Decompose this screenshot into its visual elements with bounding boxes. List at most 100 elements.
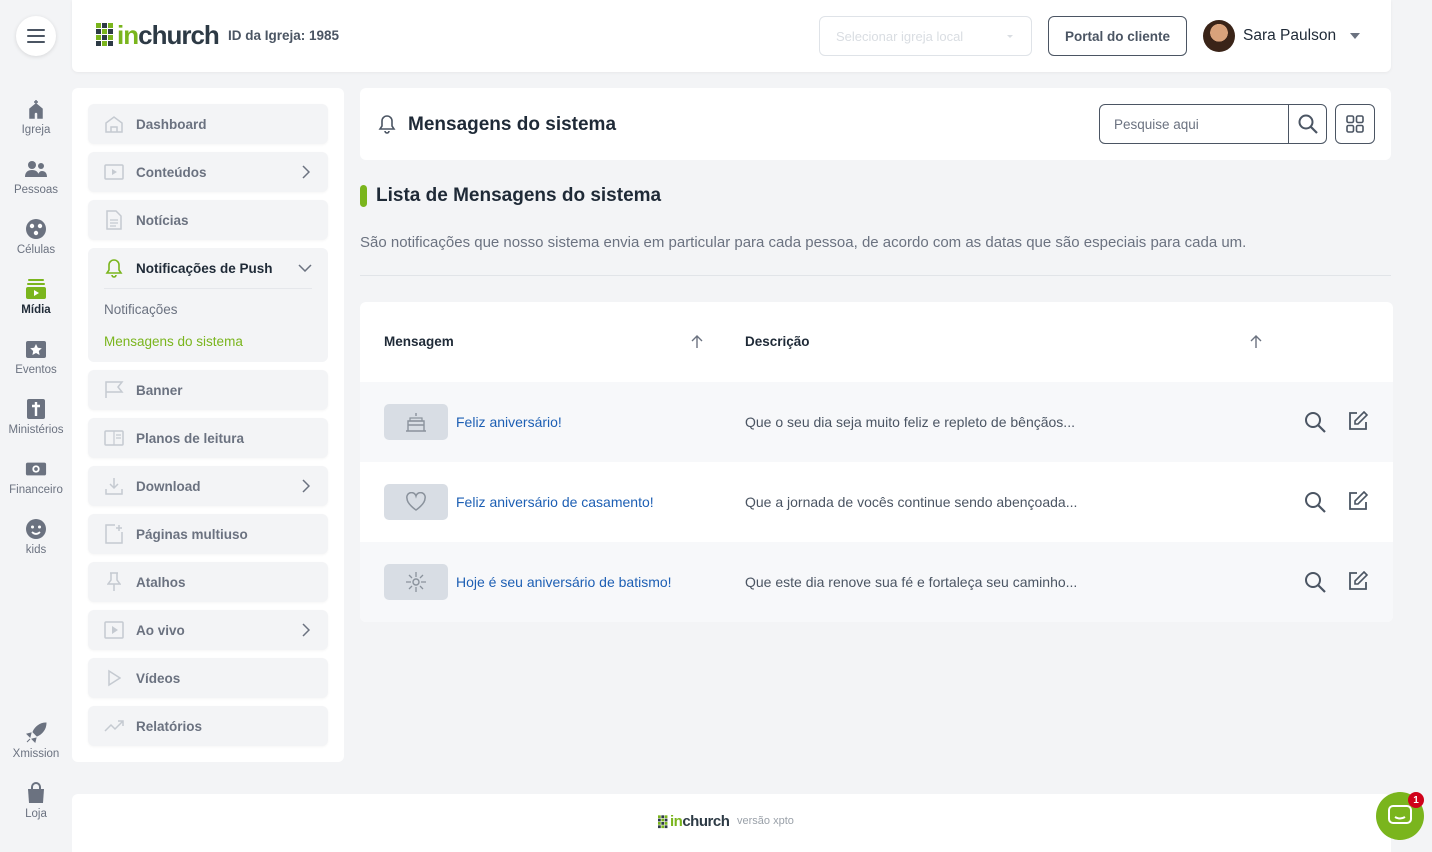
edit-icon[interactable] [1348,571,1368,591]
media-icon [25,278,47,300]
view-search-icon[interactable] [1304,571,1326,593]
rail-item-loja[interactable]: Loja [0,782,72,838]
sidebar-item-banner[interactable]: Banner [88,370,328,410]
rail-item-financeiro[interactable]: Financeiro [0,458,72,514]
chevron-right-icon [302,623,310,637]
message-description: Que o seu dia seja muito feliz e repleto… [745,414,1075,430]
menu-toggle-button[interactable] [16,16,56,56]
sidebar-item-download[interactable]: Download [88,466,328,506]
sidebar-item-conteudos[interactable]: Conteúdos [88,152,328,192]
search-box [1099,104,1327,144]
divider [104,288,312,289]
ministries-icon [25,398,47,420]
message-description: Que este dia renove sua fé e fortaleça s… [745,574,1078,590]
section-description: São notificações que nosso sistema envia… [360,234,1247,251]
rail-item-eventos[interactable]: Eventos [0,338,72,394]
rail-item-celulas[interactable]: Células [0,218,72,274]
events-icon [25,338,47,360]
bell-icon [378,115,396,134]
grid-view-button[interactable] [1335,104,1375,144]
sidebar-item-dashboard[interactable]: Dashboard [88,104,328,144]
column-header-descricao[interactable]: Descrição [745,334,810,349]
sort-arrow-up-icon[interactable] [1250,335,1262,349]
message-link[interactable]: Hoje é seu aniversário de batismo! [456,574,672,590]
kids-icon [25,518,47,540]
rail-item-pessoas[interactable]: Pessoas [0,158,72,214]
notification-badge: 1 [1408,792,1424,808]
sort-arrow-up-icon[interactable] [691,335,703,349]
logo-mark-icon [96,23,113,46]
heart-icon [406,492,426,511]
content-icon [104,162,124,182]
church-icon [25,98,47,120]
messages-table: Mensagem Descrição Feliz aniversário! Qu… [360,302,1393,622]
view-search-icon[interactable] [1304,491,1326,513]
select-placeholder: Selecionar igreja local [836,28,964,44]
search-button[interactable] [1288,105,1326,143]
cake-icon [406,413,426,432]
sidebar-item-paginas-multiuso[interactable]: Páginas multiuso [88,514,328,554]
message-link[interactable]: Feliz aniversário! [456,414,562,430]
sidebar-item-relatorios[interactable]: Relatórios [88,706,328,746]
inchurch-logo[interactable]: inchurch [96,22,220,48]
news-icon [104,210,124,230]
divider [360,275,1391,276]
user-name: Sara Paulson [1243,27,1337,44]
logo-mark-icon [658,814,668,828]
search-icon [1298,114,1318,134]
message-link[interactable]: Feliz aniversário de casamento! [456,494,654,510]
home-icon [104,114,124,134]
sidebar-item-ao-vivo[interactable]: Ao vivo [88,610,328,650]
view-search-icon[interactable] [1304,411,1326,433]
chat-icon [1388,805,1412,824]
sparkle-icon [406,572,426,592]
pin-icon [104,572,124,592]
avatar [1203,20,1235,52]
page-title: Mensagens do sistema [408,114,617,135]
sidebar-item-videos[interactable]: Vídeos [88,658,328,698]
logo-wordmark: inchurch [670,813,730,830]
grid-icon [1346,115,1364,133]
hamburger-icon [27,29,45,43]
chevron-right-icon [302,479,310,493]
footer-logo: inchurch [658,813,730,830]
sidebar-subitem-notificacoes[interactable]: Notificações [104,302,178,317]
edit-icon[interactable] [1348,411,1368,431]
rocket-icon [25,722,47,744]
local-church-select[interactable]: Selecionar igreja local [819,16,1032,56]
edit-icon[interactable] [1348,491,1368,511]
rail-item-midia[interactable]: Mídia [0,278,72,334]
rail-item-kids[interactable]: kids [0,518,72,574]
column-header-mensagem[interactable]: Mensagem [384,334,454,349]
page-add-icon [104,524,124,544]
top-header: inchurch ID da Igreja: 1985 Selecionar i… [72,0,1391,72]
sidebar-item-planos-leitura[interactable]: Planos de leitura [88,418,328,458]
message-thumbnail [384,404,448,440]
flag-icon [104,380,124,400]
cells-icon [25,218,47,240]
left-rail: Igreja Pessoas Células Mídia Eventos Min… [0,0,72,852]
download-icon [104,476,124,496]
footer: inchurch versão xpto [72,794,1391,852]
table-row: Hoje é seu aniversário de batismo! Que e… [360,542,1393,622]
shopping-bag-icon [25,782,47,804]
rail-item-xmission[interactable]: Xmission [0,722,72,778]
section-title: Lista de Mensagens do sistema [376,185,662,206]
caret-down-icon [1350,33,1361,39]
rail-item-igreja[interactable]: Igreja [0,98,72,154]
people-icon [25,158,47,180]
play-icon [104,668,124,688]
rail-item-ministerios[interactable]: Ministérios [0,398,72,454]
chevron-right-icon [302,165,310,179]
sidebar-item-noticias[interactable]: Notícias [88,200,328,240]
select-caret-icon [1007,35,1013,38]
client-portal-button[interactable]: Portal do cliente [1048,16,1187,56]
search-input[interactable] [1100,105,1288,143]
finance-icon [25,458,47,480]
table-row: Feliz aniversário de casamento! Que a jo… [360,462,1393,542]
user-menu[interactable]: Sara Paulson [1203,20,1361,52]
sidebar-subitem-mensagens-sistema[interactable]: Mensagens do sistema [104,334,243,349]
church-id-label: ID da Igreja: 1985 [228,28,340,43]
sidebar-item-atalhos[interactable]: Atalhos [88,562,328,602]
sidebar-item-notificacoes-push[interactable]: Notificações de Push [88,248,328,288]
